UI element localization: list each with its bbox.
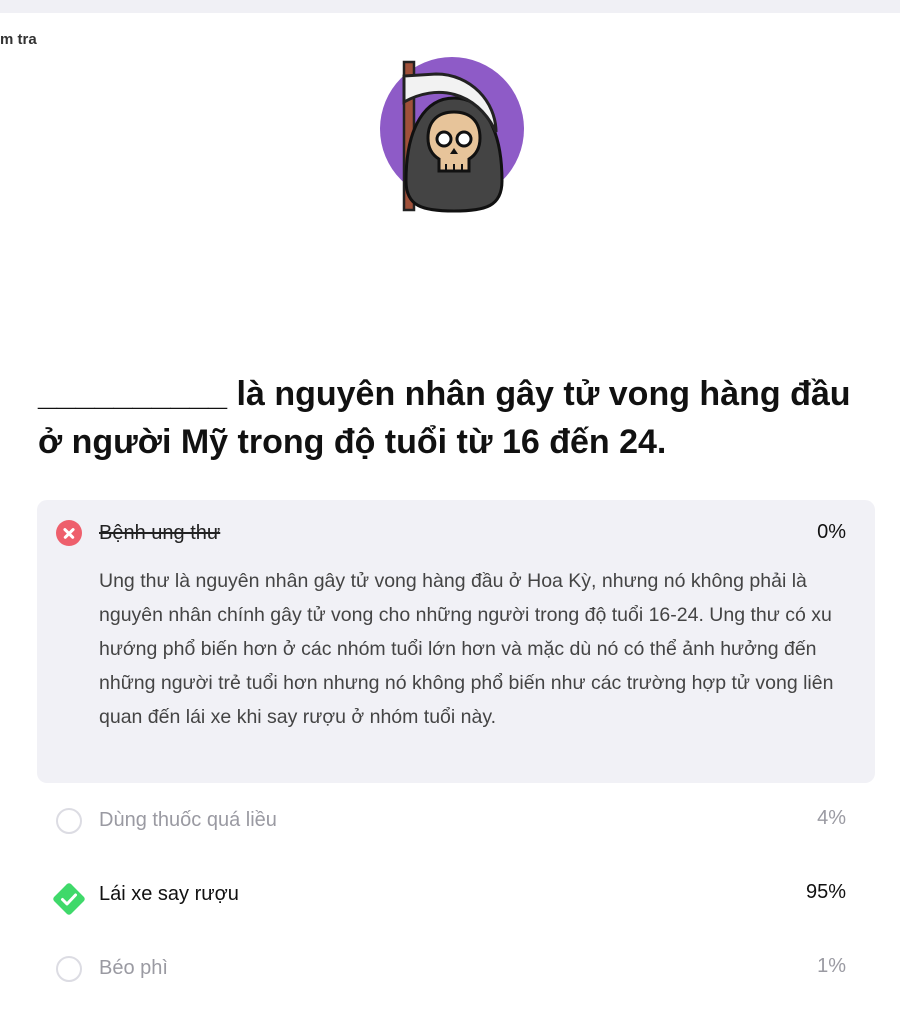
breadcrumb[interactable]: m tra xyxy=(0,31,60,48)
question-text: __________ là nguyên nhân gây tử vong hà… xyxy=(38,375,851,461)
answer-label: Lái xe say rượu xyxy=(99,883,239,905)
answer-percent: 1% xyxy=(817,955,846,977)
answer-option-obesity[interactable]: Béo phì 1% xyxy=(37,942,875,1016)
answer-option-cancer[interactable]: Bệnh ung thư 0% Ung thư là nguyên nhân g… xyxy=(37,500,875,783)
answer-label: Bệnh ung thư xyxy=(99,522,221,544)
answer-percent: 95% xyxy=(805,881,846,903)
wrong-answer-icon xyxy=(56,520,82,546)
grim-reaper-icon xyxy=(380,57,524,213)
answer-label: Dùng thuốc quá liều xyxy=(99,809,277,831)
answer-percent: 4% xyxy=(817,807,846,829)
radio-circle-icon xyxy=(56,956,82,982)
answer-percent: 0% xyxy=(817,521,846,543)
answer-list: Bệnh ung thư 0% Ung thư là nguyên nhân g… xyxy=(37,500,875,1016)
answer-explanation: Ung thư là nguyên nhân gây tử vong hàng … xyxy=(99,570,834,728)
answer-option-overdose[interactable]: Dùng thuốc quá liều 4% xyxy=(37,794,875,868)
top-bar xyxy=(0,0,900,13)
answer-option-drunk-driving[interactable]: Lái xe say rượu 95% xyxy=(37,868,875,942)
answer-label: Béo phì xyxy=(99,957,168,979)
correct-answer-icon xyxy=(53,883,85,915)
radio-circle-icon xyxy=(56,808,82,834)
